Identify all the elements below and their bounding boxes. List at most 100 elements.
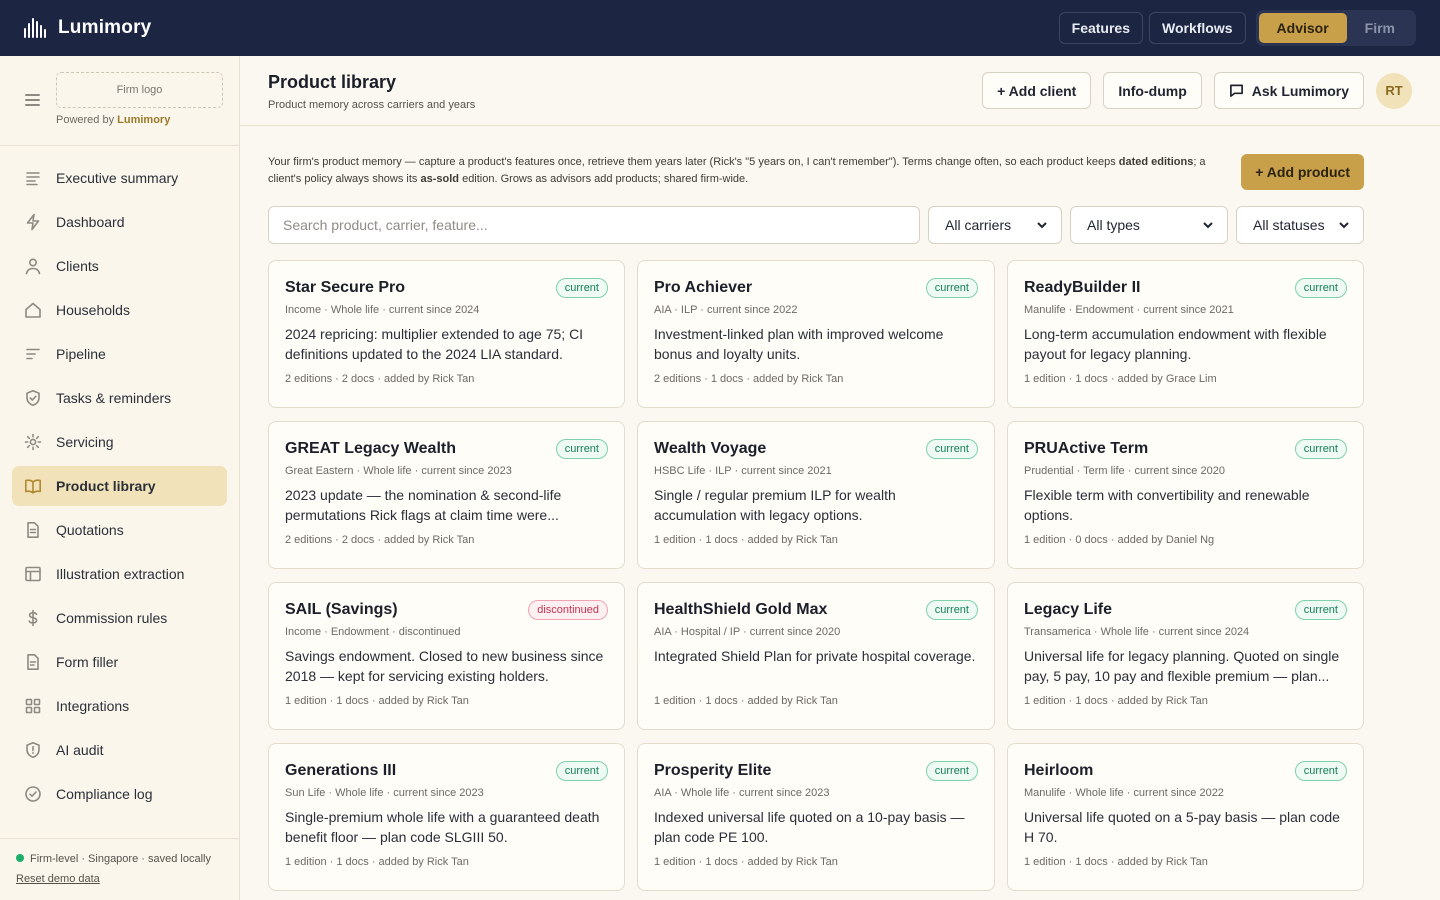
product-footer: 1 edition · 0 docs · added by Daniel Ng xyxy=(1024,534,1215,546)
status-badge: current xyxy=(925,600,978,620)
ask-lumimory-label: Ask Lumimory xyxy=(1251,82,1349,99)
carrier-filter-select[interactable]: All carriers xyxy=(928,206,1062,244)
menu-icon[interactable] xyxy=(25,94,40,109)
product-meta: AIA · ILP · current since 2022 xyxy=(654,304,798,316)
product-card[interactable]: Star Secure Pro current Income · Whole lif… xyxy=(268,260,625,408)
carrier-filter-value: All carriers xyxy=(945,217,1012,233)
lumimory-logo-icon xyxy=(24,18,46,38)
product-search-input[interactable] xyxy=(268,206,920,244)
sidebar-item-label: Servicing xyxy=(56,434,114,450)
features-button[interactable]: Features xyxy=(1058,12,1143,44)
sidebar-item-form-filler[interactable]: Form filler xyxy=(12,642,227,682)
product-card[interactable]: Heirloom current Manulife · Whole life · c… xyxy=(1007,743,1364,891)
add-product-button[interactable]: + Add product xyxy=(1241,154,1364,190)
sidebar-item-label: Product library xyxy=(56,478,156,494)
sidebar-item-label: Executive summary xyxy=(56,170,179,186)
product-card[interactable]: Wealth Voyage current HSBC Life · ILP · cu… xyxy=(637,421,995,569)
intro-bold-2: as-sold xyxy=(420,173,460,185)
sidebar-item-integrations[interactable]: Integrations xyxy=(12,686,227,726)
status-badge: current xyxy=(1294,439,1347,459)
chevron-down-icon xyxy=(1037,222,1047,229)
shield-alert-icon xyxy=(24,741,42,759)
firm-mode-button[interactable]: Firm xyxy=(1347,13,1413,43)
product-description: Single / regular premium ILP for wealth … xyxy=(654,487,896,523)
product-description: Flexible term with convertibility and re… xyxy=(1024,487,1310,523)
sidebar-item-dashboard[interactable]: Dashboard xyxy=(12,202,227,242)
sidebar-item-product-library[interactable]: Product library xyxy=(12,466,227,506)
align-left-icon xyxy=(24,169,42,187)
status-badge: current xyxy=(1294,761,1347,781)
sidebar-item-servicing[interactable]: Servicing xyxy=(12,422,227,462)
sidebar-item-commission-rules[interactable]: Commission rules xyxy=(12,598,227,638)
sidebar-item-ai-audit[interactable]: AI audit xyxy=(12,730,227,770)
product-description: Single-premium whole life with a guarant… xyxy=(285,809,600,845)
product-meta: Manulife · Endowment · current since 202… xyxy=(1024,304,1234,316)
page-header: Product library Product memory across ca… xyxy=(240,56,1440,126)
ask-lumimory-button[interactable]: Ask Lumimory xyxy=(1213,72,1364,109)
product-footer: 1 edition · 1 docs · added by Rick Tan xyxy=(654,534,838,546)
product-footer: 1 edition · 1 docs · added by Rick Tan xyxy=(654,695,838,707)
mode-toggle: Advisor Firm xyxy=(1255,10,1416,46)
product-card[interactable]: PRUActive Term current Prudential · Term l… xyxy=(1007,421,1364,569)
avatar[interactable]: RT xyxy=(1376,72,1412,109)
intro-text-1: Your firm's product memory — capture a p… xyxy=(268,156,1119,168)
sidebar-item-pipeline[interactable]: Pipeline xyxy=(12,334,227,374)
bolt-icon xyxy=(24,213,42,231)
advisor-mode-button[interactable]: Advisor xyxy=(1258,13,1347,43)
product-meta: AIA · Whole life · current since 2023 xyxy=(654,787,830,799)
info-dump-button[interactable]: Info-dump xyxy=(1103,72,1202,109)
sidebar-item-households[interactable]: Households xyxy=(12,290,227,330)
powered-prefix: Powered by xyxy=(56,114,115,126)
sidebar-item-illustration-extraction[interactable]: Illustration extraction xyxy=(12,554,227,594)
product-meta: Sun Life · Whole life · current since 20… xyxy=(285,787,484,799)
sidebar-header: Firm logo Powered by Lumimory xyxy=(0,56,239,146)
header-actions: + Add client Info-dump Ask Lumimory RT xyxy=(982,72,1412,109)
filter-bar: All carriers All types All statuses xyxy=(268,206,1364,244)
workflows-button[interactable]: Workflows xyxy=(1149,12,1246,44)
sidebar-item-quotations[interactable]: Quotations xyxy=(12,510,227,550)
chat-icon xyxy=(1229,84,1243,97)
document-icon xyxy=(24,521,42,539)
firm-logo-placeholder[interactable]: Firm logo xyxy=(56,72,223,108)
product-card[interactable]: SAIL (Savings) discontinued Income · Endow… xyxy=(268,582,625,730)
pipeline-icon xyxy=(24,345,42,363)
sidebar-item-label: Integrations xyxy=(56,698,130,714)
product-footer: 1 edition · 1 docs · added by Rick Tan xyxy=(1024,856,1208,868)
type-filter-select[interactable]: All types xyxy=(1070,206,1228,244)
product-card[interactable]: Generations III current Sun Life · Whole l… xyxy=(268,743,625,891)
sidebar-item-label: Households xyxy=(56,302,130,318)
chevron-down-icon xyxy=(1339,222,1349,229)
sidebar-item-compliance-log[interactable]: Compliance log xyxy=(12,774,227,814)
brand-name: Lumimory xyxy=(58,17,152,38)
product-description: 2023 update — the nomination & second-li… xyxy=(285,487,562,523)
sidebar-item-executive-summary[interactable]: Executive summary xyxy=(12,158,227,198)
sidebar-item-tasks-and-reminders[interactable]: Tasks & reminders xyxy=(12,378,227,418)
add-client-button[interactable]: + Add client xyxy=(982,72,1092,109)
product-meta: AIA · Hospital / IP · current since 2020 xyxy=(654,626,841,638)
product-footer: 2 editions · 2 docs · added by Rick Tan xyxy=(285,373,475,385)
library-intro: Your firm's product memory — capture a p… xyxy=(268,154,1228,188)
gear-icon xyxy=(24,433,42,451)
product-footer: 1 edition · 1 docs · added by Grace Lim xyxy=(1024,373,1217,385)
product-card[interactable]: Pro Achiever current AIA · ILP · current s… xyxy=(637,260,995,408)
sidebar: Firm logo Powered by Lumimory Executive … xyxy=(0,56,240,900)
product-footer: 1 edition · 1 docs · added by Rick Tan xyxy=(285,695,469,707)
intro-bold-1: dated editions xyxy=(1118,156,1194,168)
product-description: Universal life for legacy planning. Quot… xyxy=(1024,648,1340,684)
product-card[interactable]: ReadyBuilder II current Manulife · Endowme… xyxy=(1007,260,1364,408)
product-footer: 1 edition · 1 docs · added by Rick Tan xyxy=(285,856,469,868)
product-card[interactable]: GREAT Legacy Wealth current Great Eastern … xyxy=(268,421,625,569)
sidebar-item-label: AI audit xyxy=(56,742,104,758)
product-meta: HSBC Life · ILP · current since 2021 xyxy=(654,465,832,477)
status-badge: current xyxy=(1294,278,1347,298)
product-card[interactable]: HealthShield Gold Max current AIA · Hospit… xyxy=(637,582,995,730)
brand[interactable]: Lumimory xyxy=(24,17,151,39)
product-card[interactable]: Legacy Life current Transamerica · Whole l… xyxy=(1007,582,1364,730)
product-card[interactable]: Prosperity Elite current AIA · Whole life … xyxy=(637,743,995,891)
status-filter-select[interactable]: All statuses xyxy=(1236,206,1364,244)
check-circle-icon xyxy=(24,785,42,803)
reset-demo-link[interactable]: Reset demo data xyxy=(16,873,223,885)
sidebar-item-label: Pipeline xyxy=(56,346,106,362)
product-description: Universal life quoted on a 5-pay basis —… xyxy=(1024,809,1340,845)
sidebar-item-clients[interactable]: Clients xyxy=(12,246,227,286)
